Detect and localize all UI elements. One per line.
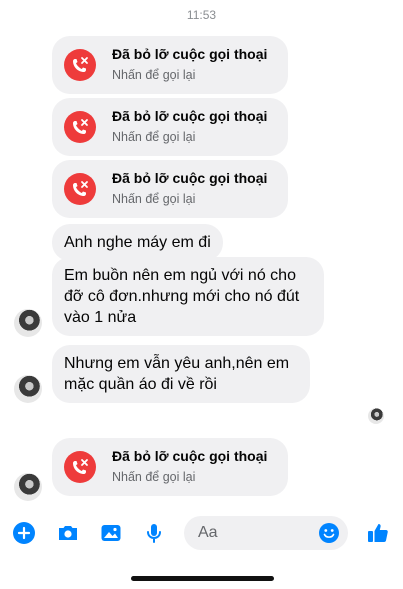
message-line: vào 1 nửa: [64, 309, 137, 326]
plus-icon[interactable]: [12, 521, 36, 545]
missed-call-subtitle: Nhấn để gọi lại: [112, 470, 196, 484]
missed-call-bubble[interactable]: Đã bỏ lỡ cuộc gọi thoại Nhấn để gọi lại: [52, 98, 288, 156]
missed-call-title: Đã bỏ lỡ cuộc gọi thoại: [112, 108, 268, 124]
message-input[interactable]: Aa: [184, 516, 348, 550]
mic-icon[interactable]: [142, 521, 166, 545]
message-text: Anh nghe máy em đi: [64, 234, 211, 251]
image-icon[interactable]: [99, 521, 123, 545]
message-bubble[interactable]: Nhưng em vẫn yêu anh,nên em mặc quần áo …: [52, 345, 310, 403]
missed-call-title: Đã bỏ lỡ cuộc gọi thoại: [112, 448, 268, 464]
missed-call-bubble[interactable]: Đã bỏ lỡ cuộc gọi thoại Nhấn để gọi lại: [52, 438, 288, 496]
home-indicator: [131, 576, 274, 581]
avatar[interactable]: [14, 375, 42, 403]
camera-icon[interactable]: [56, 521, 80, 545]
missed-call-bubble[interactable]: Đã bỏ lỡ cuộc gọi thoại Nhấn để gọi lại: [52, 160, 288, 218]
phone-missed-icon: [64, 173, 96, 205]
seen-avatar: [368, 408, 384, 424]
message-bubble[interactable]: Anh nghe máy em đi: [52, 224, 223, 261]
missed-call-subtitle: Nhấn để gọi lại: [112, 130, 196, 144]
message-line: đỡ cô đơn.nhưng mới cho nó đút: [64, 288, 300, 305]
missed-call-subtitle: Nhấn để gọi lại: [112, 68, 196, 82]
missed-call-title: Đã bỏ lỡ cuộc gọi thoại: [112, 46, 268, 62]
message-line: Nhưng em vẫn yêu anh,nên em: [64, 355, 290, 372]
like-icon[interactable]: [366, 521, 390, 545]
composer-bar: Aa: [0, 512, 403, 554]
phone-missed-icon: [64, 111, 96, 143]
message-line: mặc quần áo đi về rồi: [64, 376, 217, 393]
missed-call-bubble[interactable]: Đã bỏ lỡ cuộc gọi thoại Nhấn để gọi lại: [52, 36, 288, 94]
phone-missed-icon: [64, 49, 96, 81]
emoji-icon[interactable]: [318, 522, 340, 544]
message-bubble[interactable]: Em buồn nên em ngủ với nó cho đỡ cô đơn.…: [52, 257, 324, 336]
timestamp: 11:53: [186, 8, 217, 22]
phone-missed-icon: [64, 451, 96, 483]
missed-call-title: Đã bỏ lỡ cuộc gọi thoại: [112, 170, 268, 186]
message-input-placeholder: Aa: [198, 524, 218, 541]
avatar[interactable]: [14, 309, 42, 337]
message-line: Em buồn nên em ngủ với nó cho: [64, 267, 296, 284]
missed-call-subtitle: Nhấn để gọi lại: [112, 192, 196, 206]
avatar[interactable]: [14, 473, 42, 501]
